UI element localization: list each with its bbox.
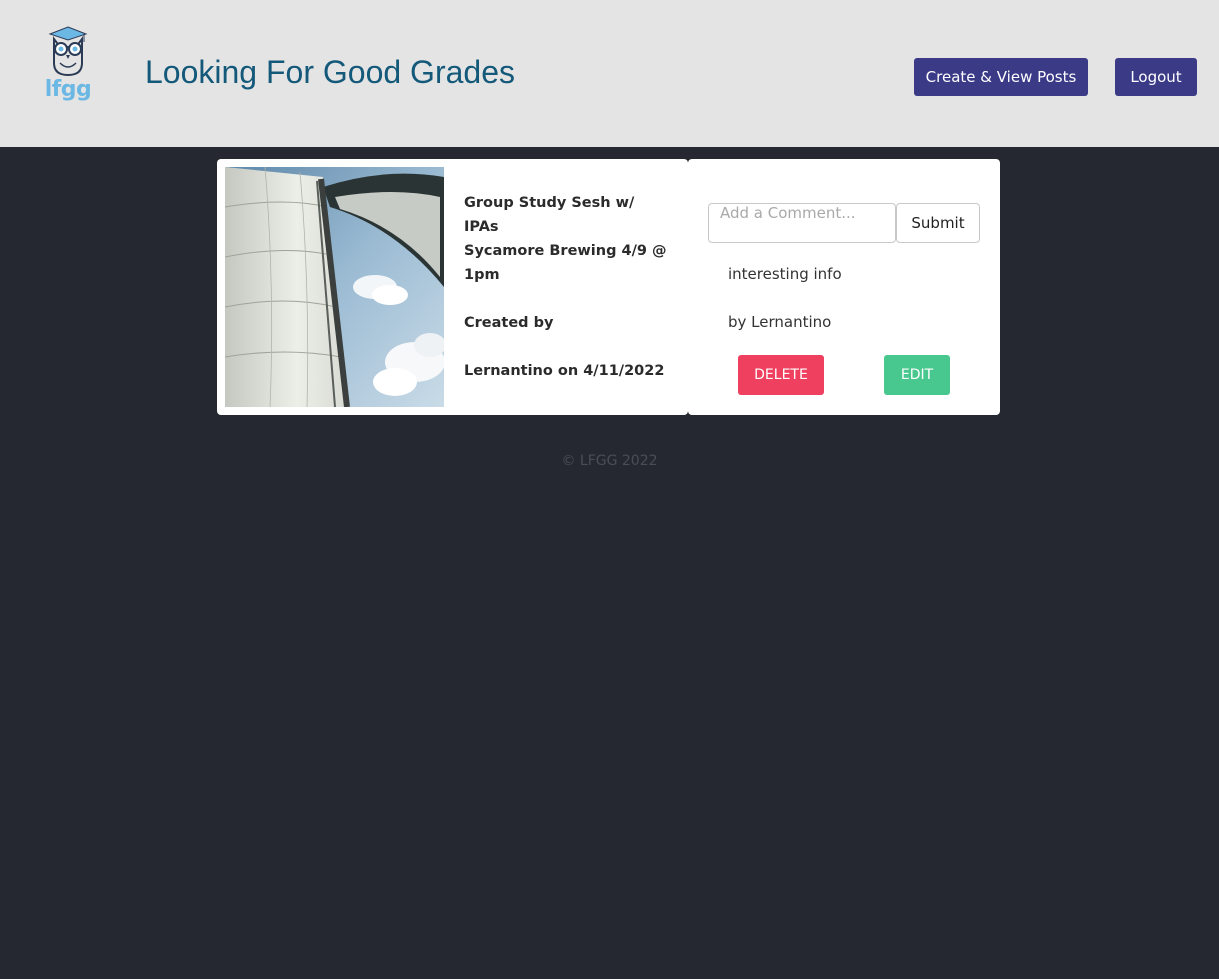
site-logo[interactable]: lfgg [40,25,96,109]
delete-button[interactable]: DELETE [738,355,824,395]
post-location: Sycamore Brewing 4/9 @ 1pm [464,243,667,283]
comment-text: interesting info [728,265,842,283]
post-card: Group Study Sesh w/ IPAs Sycamore Brewin… [217,159,688,415]
site-header: lfgg Looking For Good Grades Create & Vi… [0,0,1219,147]
post-created-by-label: Created by [464,315,554,331]
post-author-date: Lernantino on 4/11/2022 [464,363,665,379]
owl-logo-icon [40,25,96,79]
logo-wordmark: lfgg [44,77,92,102]
app-title: Looking For Good Grades [145,54,515,90]
submit-comment-button[interactable]: Submit [896,203,980,243]
logout-button[interactable]: Logout [1115,58,1197,96]
comment-card: Submit interesting info by Lernantino DE… [688,159,1000,415]
comment-author: by Lernantino [728,313,832,331]
create-view-posts-button[interactable]: Create & View Posts [914,58,1088,96]
post-image [225,167,444,407]
post-title: Group Study Sesh w/ IPAs [464,195,635,235]
edit-button[interactable]: EDIT [884,355,950,395]
footer-copyright: © LFGG 2022 [561,453,658,469]
comment-input[interactable] [708,203,896,243]
